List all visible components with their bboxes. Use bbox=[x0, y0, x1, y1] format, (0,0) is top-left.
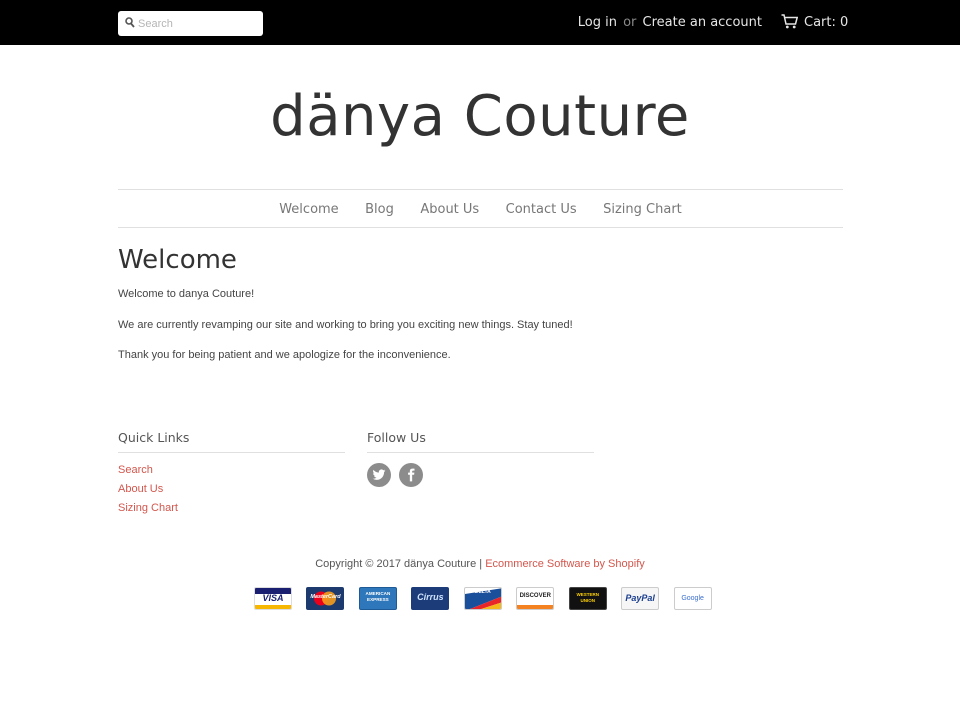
account-links: Log in or Create an account bbox=[578, 15, 762, 30]
nav-item-blog[interactable]: Blog bbox=[365, 202, 394, 217]
footer-follow-us: Follow Us bbox=[367, 430, 594, 487]
facebook-icon[interactable] bbox=[399, 463, 424, 487]
nav-item-contact-us[interactable]: Contact Us bbox=[506, 202, 577, 217]
payment-methods: VISA MasterCard AMERICAN EXPRESS Cirrus … bbox=[254, 587, 722, 610]
discover-icon: DISCOVER bbox=[516, 587, 555, 610]
top-bar: Log in or Create an account Cart: 0 bbox=[0, 0, 960, 45]
page-title: Welcome bbox=[118, 245, 237, 275]
paypal-icon: PayPal bbox=[621, 587, 660, 610]
delta-icon: DELTA bbox=[463, 587, 502, 610]
copyright-text: Copyright © 2017 dänya Couture | bbox=[315, 558, 486, 570]
revamp-paragraph: We are currently revamping our site and … bbox=[118, 319, 573, 331]
google-checkout-icon: Google bbox=[673, 587, 712, 610]
login-link[interactable]: Log in bbox=[578, 15, 617, 30]
main-nav: Welcome Blog About Us Contact Us Sizing … bbox=[118, 189, 843, 228]
quick-links-heading: Quick Links bbox=[118, 430, 345, 453]
footer-link-search[interactable]: Search bbox=[118, 464, 345, 483]
visa-icon: VISA bbox=[254, 587, 292, 610]
footer-link-about-us[interactable]: About Us bbox=[118, 483, 345, 502]
nav-item-sizing-chart[interactable]: Sizing Chart bbox=[603, 202, 682, 217]
nav-item-welcome[interactable]: Welcome bbox=[279, 202, 338, 217]
search-box[interactable] bbox=[118, 11, 263, 36]
shopify-link[interactable]: Ecommerce Software by Shopify bbox=[485, 558, 645, 570]
mastercard-icon: MasterCard bbox=[306, 587, 345, 610]
site-logo[interactable]: dänya Couture bbox=[0, 84, 960, 149]
search-input[interactable] bbox=[138, 11, 258, 36]
nav-item-about-us[interactable]: About Us bbox=[420, 202, 479, 217]
or-separator: or bbox=[623, 15, 637, 30]
footer-quick-links: Quick Links Search About Us Sizing Chart bbox=[118, 430, 345, 521]
cart-label: Cart: 0 bbox=[804, 15, 849, 30]
twitter-icon[interactable] bbox=[367, 463, 391, 487]
cirrus-icon: Cirrus bbox=[411, 587, 450, 610]
create-account-link[interactable]: Create an account bbox=[643, 15, 762, 30]
footer-link-sizing-chart[interactable]: Sizing Chart bbox=[118, 502, 345, 521]
social-icons bbox=[367, 463, 594, 487]
amex-icon: AMERICAN EXPRESS bbox=[358, 587, 397, 610]
follow-us-heading: Follow Us bbox=[367, 430, 594, 453]
thanks-paragraph: Thank you for being patient and we apolo… bbox=[118, 349, 451, 361]
search-icon bbox=[125, 17, 135, 28]
copyright: Copyright © 2017 dänya Couture | Ecommer… bbox=[0, 558, 960, 570]
welcome-paragraph: Welcome to danya Couture! bbox=[118, 288, 255, 300]
western-union-icon: WESTERN UNION bbox=[568, 587, 607, 610]
cart-icon bbox=[781, 14, 798, 29]
